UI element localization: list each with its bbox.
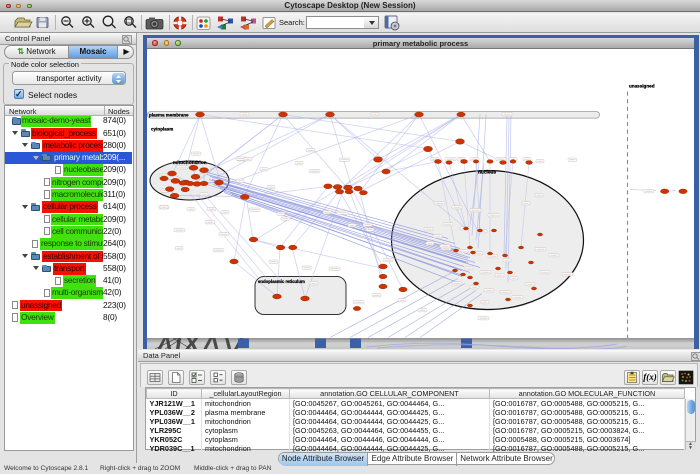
svg-text:unassigned: unassigned <box>629 83 655 88</box>
svg-text:cytoplasm: cytoplasm <box>151 126 173 131</box>
svg-text:endoplasmic reticulum: endoplasmic reticulum <box>258 279 305 284</box>
svg-text:mitochondrion: mitochondrion <box>173 160 207 166</box>
svg-text:nucleus: nucleus <box>478 169 496 175</box>
svg-text:plasma membrane: plasma membrane <box>149 112 189 117</box>
